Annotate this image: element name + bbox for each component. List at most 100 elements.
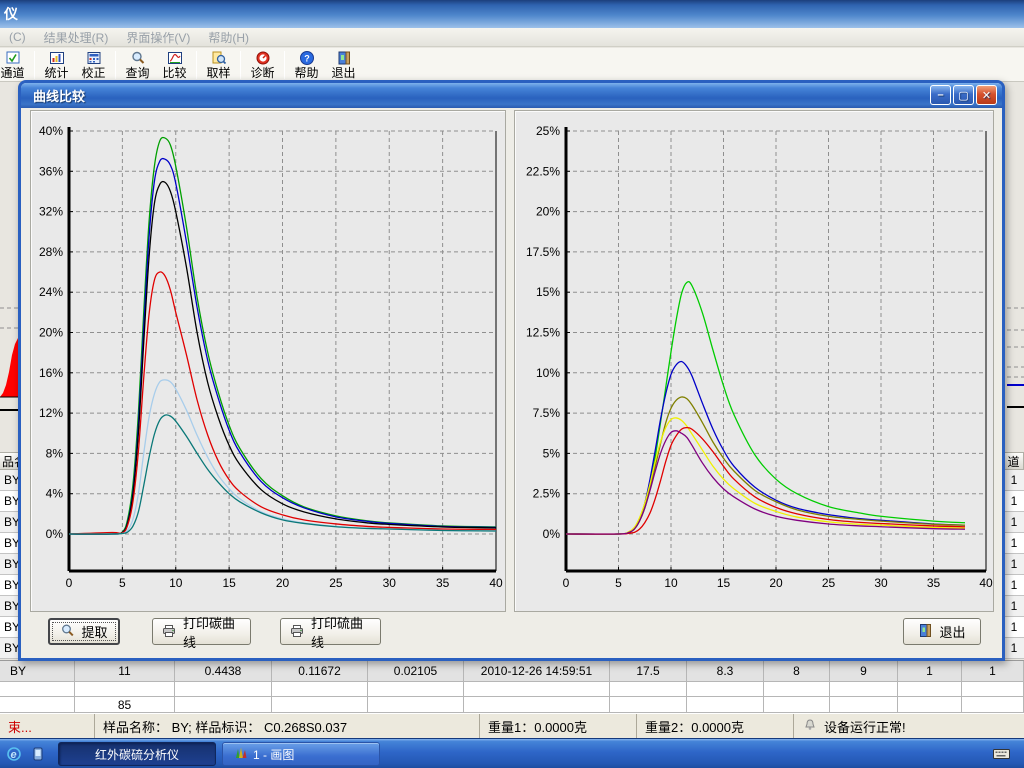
printer-icon xyxy=(289,623,305,641)
menu-item-view[interactable]: 界面操作(V) xyxy=(117,29,199,46)
browser-quicklaunch-icon[interactable]: e xyxy=(6,746,22,767)
sulfur-curve-chart: 0%2.5%5%7.5%10%12.5%15%17.5%20%22.5%25%0… xyxy=(515,111,995,613)
menu-item-help[interactable]: 帮助(H) xyxy=(199,29,258,46)
toolbar-stats-button[interactable]: 统计 xyxy=(38,49,75,80)
toolbar-help-button[interactable]: ? 帮助 xyxy=(288,49,325,80)
device-quicklaunch-icon[interactable] xyxy=(30,746,46,767)
background-table-row[interactable]: 1 xyxy=(1004,533,1024,554)
table-row[interactable]: 85 xyxy=(0,697,1024,713)
svg-text:40%: 40% xyxy=(39,124,63,138)
keyboard-tray-icon[interactable] xyxy=(993,746,1010,765)
svg-text:25: 25 xyxy=(822,576,836,590)
window-title: 仪 xyxy=(4,6,18,22)
table-cell xyxy=(272,697,368,712)
dialog-exit-button[interactable]: 退出 xyxy=(903,618,981,645)
toolbar-sample-button[interactable]: 取样 xyxy=(200,49,237,80)
svg-text:20: 20 xyxy=(769,576,783,590)
toolbar-query-button[interactable]: 查询 xyxy=(119,49,156,80)
menubar: (C) 结果处理(R) 界面操作(V) 帮助(H) xyxy=(0,28,1024,47)
minimize-button[interactable]: – xyxy=(930,85,951,105)
svg-text:40: 40 xyxy=(489,576,503,590)
background-table-row[interactable]: 1 xyxy=(1004,491,1024,512)
close-button[interactable]: ✕ xyxy=(976,85,997,105)
help-icon: ? xyxy=(299,50,315,66)
compare-chart-icon xyxy=(167,50,183,66)
stats-icon xyxy=(49,50,65,66)
table-cell xyxy=(175,697,272,712)
menu-item-results[interactable]: 结果处理(R) xyxy=(35,29,118,46)
svg-text:20%: 20% xyxy=(536,205,560,219)
background-table-row[interactable]: 1 xyxy=(1004,470,1024,491)
table-cell xyxy=(830,682,898,696)
extract-button[interactable]: 提取 xyxy=(48,618,120,645)
background-table-row[interactable]: 1 xyxy=(1004,512,1024,533)
table-cell: 9 xyxy=(830,661,898,681)
background-table-row[interactable]: 1 xyxy=(1004,596,1024,617)
svg-text:22.5%: 22.5% xyxy=(526,164,560,178)
toolbar-calibrate-button[interactable]: 校正 xyxy=(75,49,112,80)
toolbar-exit-button[interactable]: 退出 xyxy=(325,49,362,80)
menu-item-c[interactable]: (C) xyxy=(0,30,35,44)
svg-text:30: 30 xyxy=(383,576,397,590)
table-cell xyxy=(0,697,75,712)
table-cell xyxy=(764,697,830,712)
table-cell: 1 xyxy=(962,661,1024,681)
maximize-button[interactable]: ▢ xyxy=(953,85,974,105)
curve-compare-dialog: 曲线比较 – ▢ ✕ 0%4%8%12%16%20%24%28%32%36%40… xyxy=(18,80,1005,661)
background-chart-fragment-right xyxy=(1005,300,1024,450)
toolbar-diagnose-button[interactable]: 诊断 xyxy=(244,49,281,80)
svg-text:4%: 4% xyxy=(46,487,64,501)
background-table-row[interactable]: 1 xyxy=(1004,638,1024,659)
results-table: BY110.44380.116720.021052010-12-26 14:59… xyxy=(0,660,1024,713)
table-cell: 11 xyxy=(75,661,175,681)
table-cell: 2010-12-26 14:59:51 xyxy=(464,661,610,681)
svg-text:5: 5 xyxy=(119,576,126,590)
table-cell xyxy=(830,697,898,712)
svg-text:5: 5 xyxy=(615,576,622,590)
svg-text:36%: 36% xyxy=(39,164,63,178)
sulfur-chart-panel: 0%2.5%5%7.5%10%12.5%15%17.5%20%22.5%25%0… xyxy=(514,110,994,612)
table-cell: 1 xyxy=(898,661,962,681)
background-table-row[interactable]: 1 xyxy=(1004,575,1024,596)
curve-yellow xyxy=(566,418,965,534)
toolbar-separator xyxy=(284,51,285,79)
table-cell xyxy=(898,682,962,696)
table-cell xyxy=(687,682,764,696)
screen: 仪 (C) 结果处理(R) 界面操作(V) 帮助(H) 通道 统计 校正 查询 … xyxy=(0,0,1024,768)
background-table-row[interactable]: 1 xyxy=(1004,617,1024,638)
table-cell xyxy=(368,697,464,712)
table-cell: 85 xyxy=(75,697,175,712)
sample-search-icon xyxy=(211,50,227,66)
table-cell xyxy=(464,697,610,712)
svg-text:35: 35 xyxy=(927,576,941,590)
svg-text:10: 10 xyxy=(169,576,183,590)
task-paint[interactable]: 1 - 画图 xyxy=(222,742,380,766)
carbon-curve-chart: 0%4%8%12%16%20%24%28%32%36%40%0510152025… xyxy=(31,111,507,613)
background-table-row[interactable]: 1 xyxy=(1004,554,1024,575)
svg-text:0%: 0% xyxy=(46,527,64,541)
diagnose-gauge-icon xyxy=(255,50,271,66)
print-carbon-button[interactable]: 打印碳曲线 xyxy=(152,618,251,645)
svg-text:15: 15 xyxy=(222,576,236,590)
dialog-body: 0%4%8%12%16%20%24%28%32%36%40%0510152025… xyxy=(21,108,1002,658)
toolbar-channel-button[interactable]: 通道 xyxy=(0,49,31,80)
toolbar-compare-button[interactable]: 比较 xyxy=(156,49,193,80)
task-analyzer[interactable]: 红外碳硫分析仪 xyxy=(58,742,216,766)
table-cell: 0.02105 xyxy=(368,661,464,681)
dialog-titlebar[interactable]: 曲线比较 – ▢ ✕ xyxy=(21,83,1002,108)
svg-text:20%: 20% xyxy=(39,326,63,340)
table-cell: 0.4438 xyxy=(175,661,272,681)
table-cell: 8.3 xyxy=(687,661,764,681)
print-sulfur-button[interactable]: 打印硫曲线 xyxy=(280,618,381,645)
table-cell: 0.11672 xyxy=(272,661,368,681)
table-row[interactable]: BY110.44380.116720.021052010-12-26 14:59… xyxy=(0,661,1024,682)
table-cell xyxy=(0,682,75,696)
status-weight2: 重量2：0.0000克 xyxy=(637,714,794,738)
background-table-header: 道 xyxy=(1004,452,1024,470)
status-weight1: 重量1：0.0000克 xyxy=(480,714,637,738)
status-analysis: 束... xyxy=(0,714,95,738)
table-cell xyxy=(610,697,687,712)
toolbar-separator xyxy=(196,51,197,79)
table-row[interactable] xyxy=(0,682,1024,697)
svg-text:15: 15 xyxy=(717,576,731,590)
